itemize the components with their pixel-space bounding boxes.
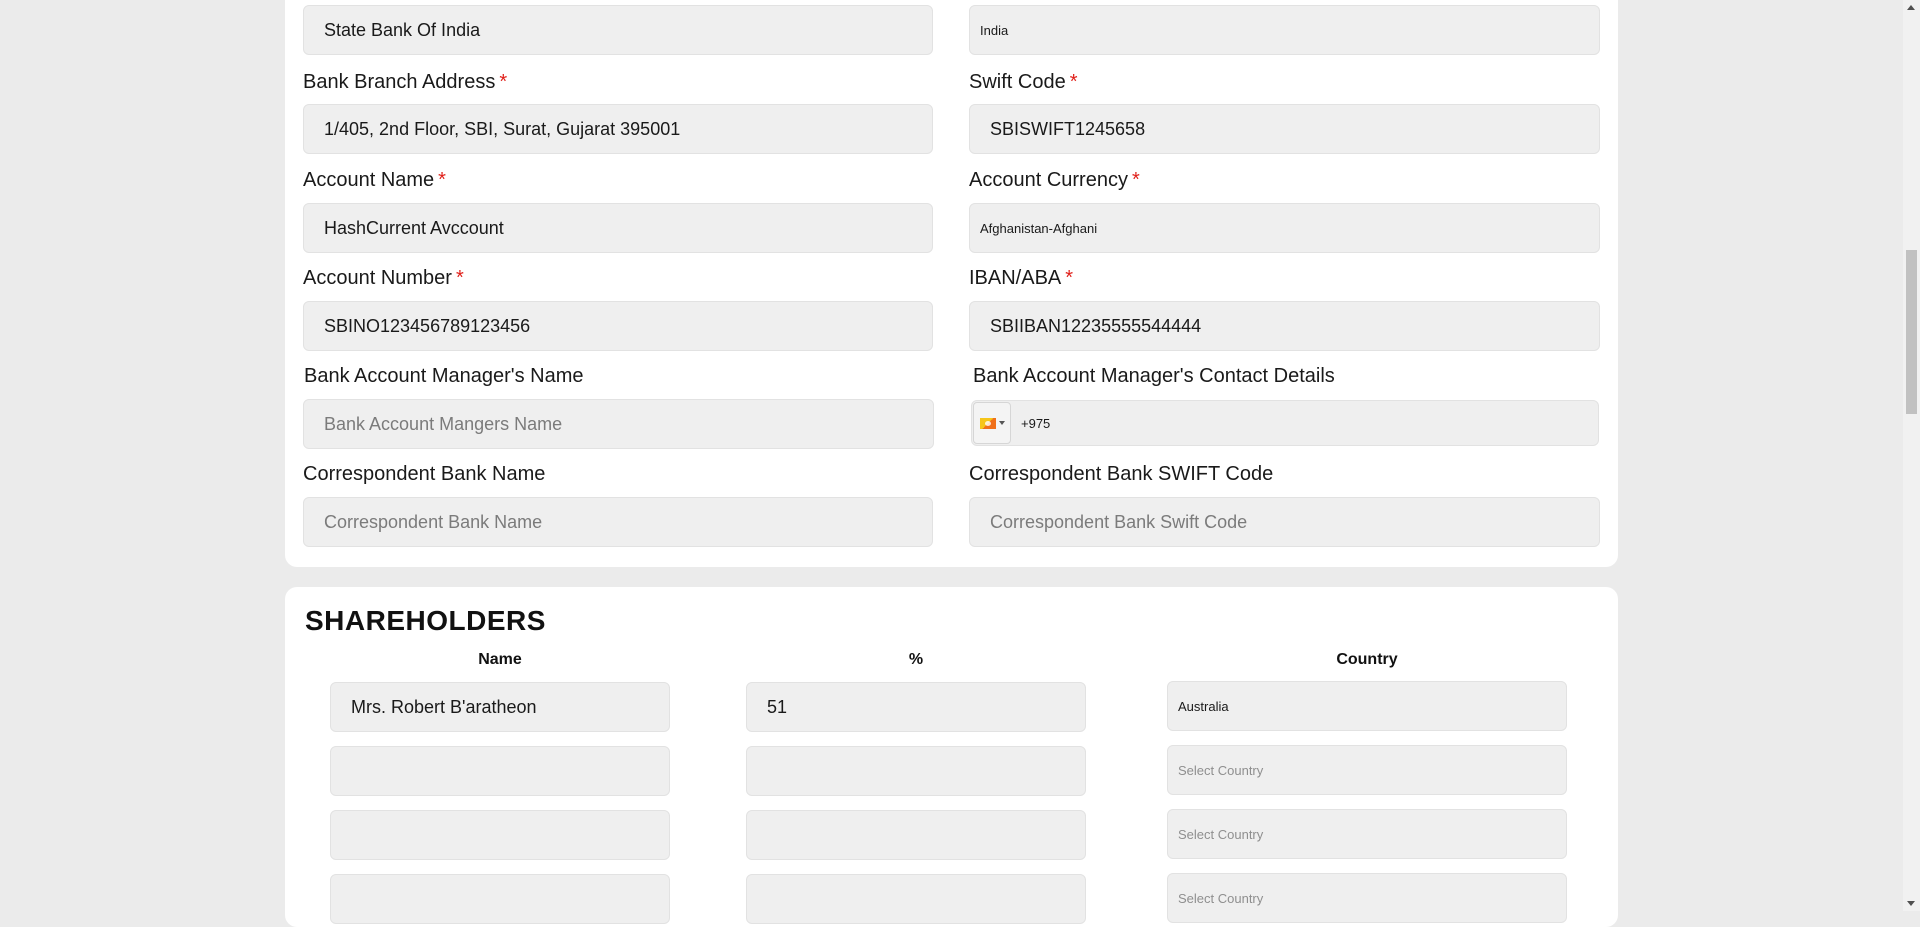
iban-aba-input[interactable]: SBIIBAN12235555544444 xyxy=(969,301,1600,351)
shareholder-name-input[interactable] xyxy=(330,874,670,924)
correspondent-swift-input[interactable]: Correspondent Bank Swift Code xyxy=(969,497,1600,547)
account-currency-label: Account Currency * xyxy=(969,169,1140,191)
manager-contact-input[interactable]: +975 xyxy=(971,400,1599,446)
chevron-down-icon xyxy=(998,421,1005,425)
bank-name-input[interactable]: State Bank Of India xyxy=(303,5,933,55)
shareholder-name-input[interactable]: Mrs. Robert B'aratheon xyxy=(330,682,670,732)
bank-country-select[interactable]: India xyxy=(969,5,1600,55)
column-header-name: Name xyxy=(478,651,522,668)
dial-code: +975 xyxy=(1021,415,1051,431)
shareholder-name-input[interactable] xyxy=(330,746,670,796)
correspondent-swift-label: Correspondent Bank SWIFT Code xyxy=(969,463,1274,485)
required-marker: * xyxy=(455,267,464,289)
shareholder-name-input[interactable] xyxy=(330,810,670,860)
manager-contact-label: Bank Account Manager's Contact Details xyxy=(973,365,1335,387)
iban-aba-label: IBAN/ABA * xyxy=(969,267,1074,289)
shareholder-percent-input[interactable]: 51 xyxy=(746,682,1086,732)
branch-address-label: Bank Branch Address * xyxy=(303,71,508,93)
manager-name-input[interactable]: Bank Account Mangers Name xyxy=(303,399,934,449)
manager-name-label: Bank Account Manager's Name xyxy=(304,365,584,387)
branch-address-input[interactable]: 1/405, 2nd Floor, SBI, Surat, Gujarat 39… xyxy=(303,104,933,154)
required-marker: * xyxy=(438,169,446,191)
shareholder-country-select[interactable]: Select Country xyxy=(1167,873,1567,923)
account-number-label: Account Number * xyxy=(303,267,464,289)
shareholder-percent-input[interactable] xyxy=(746,746,1086,796)
bhutan-flag-icon xyxy=(979,417,996,429)
scrollbar-thumb[interactable] xyxy=(1906,250,1917,414)
country-code-dropdown[interactable] xyxy=(973,402,1011,444)
scroll-up-icon[interactable] xyxy=(1907,5,1915,10)
column-header-percent: % xyxy=(908,651,924,668)
scroll-down-icon[interactable] xyxy=(1907,901,1915,906)
required-marker: * xyxy=(1131,169,1140,191)
shareholder-percent-input[interactable] xyxy=(746,810,1086,860)
page-scrollbar[interactable] xyxy=(1903,0,1920,911)
shareholder-country-select[interactable]: Select Country xyxy=(1167,745,1567,795)
account-name-label: Account Name * xyxy=(303,169,446,191)
account-number-input[interactable]: SBINO123456789123456 xyxy=(303,301,933,351)
account-currency-select[interactable]: Afghanistan-Afghani xyxy=(969,203,1600,253)
shareholders-title: SHAREHOLDERS xyxy=(305,605,546,636)
shareholder-country-select[interactable]: Select Country xyxy=(1167,809,1567,859)
swift-code-label: Swift Code * xyxy=(969,71,1078,93)
correspondent-name-label: Correspondent Bank Name xyxy=(303,463,546,485)
required-marker: * xyxy=(1065,267,1074,289)
shareholder-percent-input[interactable] xyxy=(746,874,1086,924)
required-marker: * xyxy=(499,71,508,93)
correspondent-name-input[interactable]: Correspondent Bank Name xyxy=(303,497,933,547)
account-name-input[interactable]: HashCurrent Avccount xyxy=(303,203,933,253)
swift-code-input[interactable]: SBISWIFT1245658 xyxy=(969,104,1600,154)
column-header-country: Country xyxy=(1336,651,1398,668)
required-marker: * xyxy=(1069,71,1078,93)
shareholder-country-select[interactable]: Australia xyxy=(1167,681,1567,731)
